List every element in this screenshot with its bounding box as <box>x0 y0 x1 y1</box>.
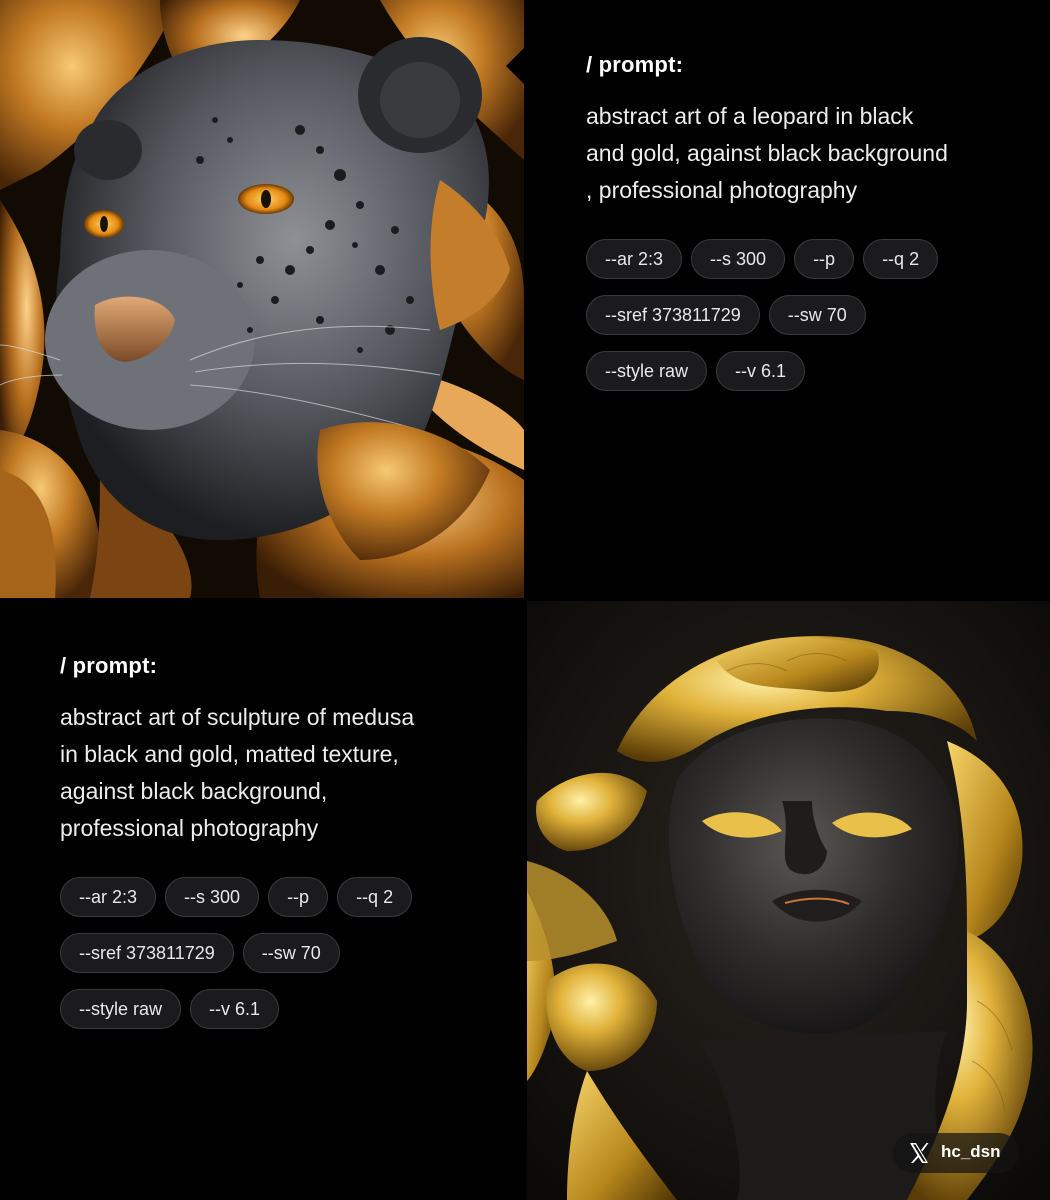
chip-row: --sref 373811729 --sw 70 <box>60 933 500 973</box>
param-chip-style: --style raw <box>60 989 182 1029</box>
watermark-badge: hc_dsn <box>893 1133 1019 1173</box>
chip-row: --ar 2:3 --s 300 --p --q 2 <box>60 877 500 917</box>
param-chip-ar: --ar 2:3 <box>586 239 683 279</box>
param-chip-s: --s 300 <box>691 239 786 279</box>
param-chip-sw: --sw 70 <box>768 295 866 335</box>
param-chip-sref: --sref 373811729 <box>60 933 234 973</box>
prompt-heading: / prompt: <box>60 653 158 678</box>
param-chip-s: --s 300 <box>165 877 260 917</box>
leopard-illustration <box>0 0 524 598</box>
medusa-illustration <box>527 601 1050 1200</box>
prompt-text: abstract art of sculpture of medusa in b… <box>60 704 415 841</box>
prompt-text: abstract art of a leopard in black and g… <box>586 103 948 203</box>
pointer-notch <box>527 44 545 80</box>
chip-row: --sref 373811729 --sw 70 <box>586 295 1026 335</box>
param-chip-sw: --sw 70 <box>242 933 340 973</box>
param-chip-ar: --ar 2:3 <box>60 877 157 917</box>
param-chip-v: --v 6.1 <box>190 989 280 1029</box>
prompt-card-2: / prompt: abstract art of sculpture of m… <box>0 601 527 1200</box>
prompt-card-1: / prompt: abstract art of a leopard in b… <box>524 0 1050 598</box>
prompt-heading: / prompt: <box>586 52 684 77</box>
param-chip-v: --v 6.1 <box>716 351 806 391</box>
chip-row: --style raw --v 6.1 <box>586 351 1026 391</box>
param-chip-sref: --sref 373811729 <box>586 295 760 335</box>
parameter-chips: --ar 2:3 --s 300 --p --q 2 --sref 373811… <box>60 877 500 1045</box>
leopard-image <box>0 0 524 598</box>
medusa-image <box>527 601 1050 1200</box>
param-chip-q: --q 2 <box>863 239 939 279</box>
chip-row: --ar 2:3 --s 300 --p --q 2 <box>586 239 1026 279</box>
pointer-notch <box>506 48 524 84</box>
param-chip-p: --p <box>794 239 855 279</box>
x-logo-icon <box>910 1143 929 1163</box>
param-chip-style: --style raw <box>586 351 708 391</box>
chip-row: --style raw --v 6.1 <box>60 989 500 1029</box>
param-chip-q: --q 2 <box>337 877 413 917</box>
parameter-chips: --ar 2:3 --s 300 --p --q 2 --sref 373811… <box>586 239 1026 407</box>
handle-text: hc_dsn <box>941 1142 1001 1161</box>
param-chip-p: --p <box>268 877 329 917</box>
